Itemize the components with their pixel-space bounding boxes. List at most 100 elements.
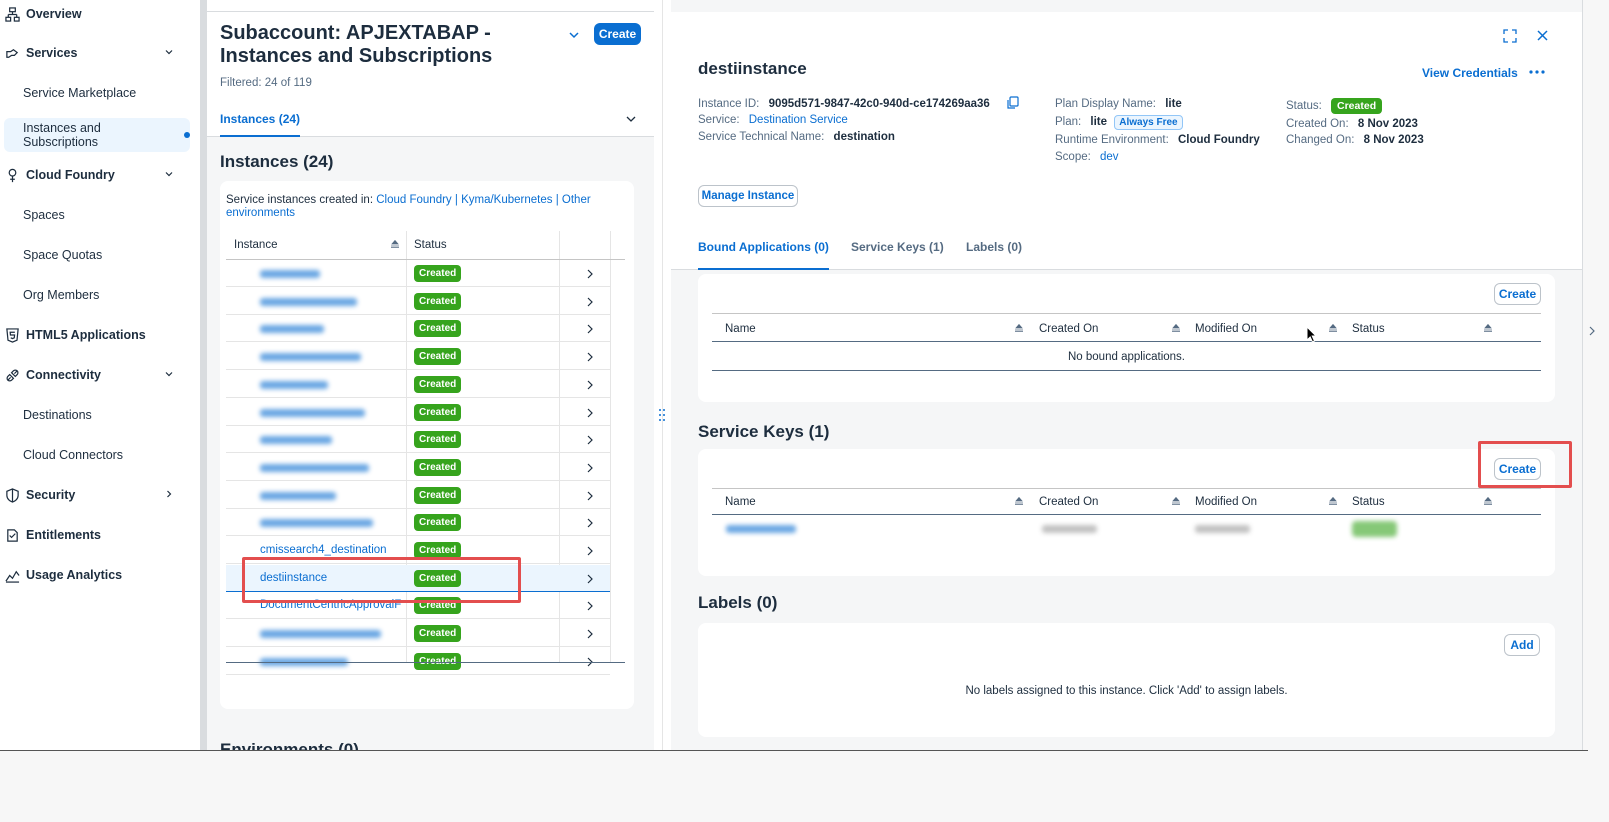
chevron-right-icon[interactable]	[586, 463, 594, 473]
sort-icon[interactable]	[1328, 324, 1338, 332]
instance-name-link[interactable]	[260, 295, 405, 306]
grip-icon[interactable]	[658, 407, 666, 423]
column-header-modified-on[interactable]: Modified On	[1195, 323, 1257, 335]
redacted-instance-name	[260, 380, 328, 389]
instance-name-link[interactable]	[260, 406, 405, 417]
table-row[interactable]: Created	[226, 426, 610, 454]
chevron-right-icon[interactable]	[586, 491, 594, 501]
add-label-button[interactable]: Add	[1504, 634, 1540, 656]
view-credentials-link[interactable]: View Credentials	[1422, 66, 1518, 80]
table-row[interactable]: Created	[226, 315, 610, 343]
instance-name-link[interactable]	[260, 350, 405, 362]
kyma-kubernetes-link[interactable]: Kyma/Kubernetes	[461, 194, 552, 206]
table-row[interactable]: Created	[226, 454, 610, 481]
more-options-icon[interactable]	[1529, 69, 1545, 75]
chevron-right-icon[interactable]	[586, 574, 594, 584]
tab-bound-applications[interactable]: Bound Applications (0)	[698, 240, 829, 270]
column-header-status[interactable]: Status	[1352, 496, 1385, 508]
column-header-name[interactable]: Name	[725, 323, 756, 335]
chevron-down-icon[interactable]	[568, 30, 580, 40]
chevron-right-icon[interactable]	[586, 629, 594, 639]
column-header-created-on[interactable]: Created On	[1039, 496, 1098, 508]
tab-labels[interactable]: Labels (0)	[966, 240, 1022, 270]
sidebar-item-space-quotas[interactable]: Space Quotas	[0, 238, 196, 272]
sidebar-item-org-members[interactable]: Org Members	[0, 278, 196, 312]
chevron-right-icon[interactable]	[586, 518, 594, 528]
collapse-header-icon[interactable]	[625, 114, 637, 124]
instance-name-link[interactable]	[260, 516, 405, 528]
sidebar-item-destinations[interactable]: Destinations	[0, 398, 196, 432]
service-field: Service: Destination Service	[698, 114, 848, 126]
instance-name-link[interactable]	[260, 433, 405, 445]
column-header-status[interactable]: Status	[1352, 323, 1385, 335]
table-row[interactable]: Created	[226, 371, 610, 398]
chevron-right-icon[interactable]	[586, 435, 594, 445]
sidebar-item-security[interactable]: Security	[0, 478, 196, 512]
chevron-right-icon[interactable]	[586, 408, 594, 418]
column-header-modified-on[interactable]: Modified On	[1195, 496, 1257, 508]
column-header-created-on[interactable]: Created On	[1039, 323, 1098, 335]
instance-name-link[interactable]	[260, 322, 405, 334]
sort-icon[interactable]	[390, 240, 400, 248]
copy-icon[interactable]	[1007, 96, 1019, 109]
instance-name-link[interactable]: cmissearch4_destination	[260, 544, 405, 556]
chevron-right-icon[interactable]	[586, 269, 594, 279]
create-button[interactable]: Create	[594, 23, 641, 45]
close-icon[interactable]	[1536, 29, 1549, 42]
cloud-foundry-link[interactable]: Cloud Foundry	[376, 194, 451, 206]
service-link[interactable]: Destination Service	[749, 114, 848, 126]
instance-name-link[interactable]	[260, 378, 405, 389]
top-bar-edge	[207, 0, 654, 12]
table-row[interactable]: Created	[226, 509, 610, 537]
sidebar-item-html5-applications[interactable]: HTML5 Applications	[0, 318, 196, 352]
sort-icon[interactable]	[1483, 497, 1493, 505]
tab-instances[interactable]: Instances (24)	[220, 112, 301, 137]
sidebar-item-connectivity[interactable]: Connectivity	[0, 358, 196, 392]
scope-link[interactable]: dev	[1100, 151, 1119, 163]
sort-icon[interactable]	[1014, 324, 1024, 332]
fullscreen-icon[interactable]	[1503, 29, 1517, 43]
instance-name-link[interactable]	[260, 489, 405, 500]
chevron-right-icon[interactable]	[586, 380, 594, 390]
instance-name-link[interactable]	[260, 627, 405, 639]
chevron-right-icon[interactable]	[586, 324, 594, 334]
sidebar-item-label: Security	[26, 488, 76, 502]
column-header-instance[interactable]: Instance	[234, 231, 404, 259]
column-header-status[interactable]: Status	[414, 231, 564, 259]
sidebar-item-usage-analytics[interactable]: Usage Analytics	[0, 558, 196, 592]
sort-icon[interactable]	[1483, 324, 1493, 332]
tab-service-keys[interactable]: Service Keys (1)	[851, 240, 944, 270]
sidebar-item-entitlements[interactable]: Entitlements	[0, 518, 196, 552]
chevron-right-icon[interactable]	[586, 352, 594, 362]
table-row[interactable]: Created	[226, 288, 610, 315]
sidebar-item-instances-and-subscriptions[interactable]: Instances and Subscriptions	[4, 118, 190, 152]
column-header-name[interactable]: Name	[725, 496, 756, 508]
instance-name-link[interactable]	[260, 267, 405, 278]
table-row[interactable]: Created	[226, 482, 610, 509]
sidebar-item-cloud-foundry[interactable]: Cloud Foundry	[0, 158, 196, 192]
sort-icon[interactable]	[1171, 497, 1181, 505]
instance-name-link[interactable]	[260, 655, 405, 666]
table-row[interactable]: Created	[226, 343, 610, 371]
sort-icon[interactable]	[1328, 497, 1338, 505]
chevron-right-icon[interactable]	[586, 297, 594, 307]
sort-icon[interactable]	[1014, 497, 1024, 505]
redacted-instance-name	[260, 491, 336, 500]
service-key-row[interactable]	[712, 515, 1541, 543]
table-row[interactable]: Created	[226, 399, 610, 426]
instance-name-link[interactable]	[260, 461, 405, 472]
sidebar-item-service-marketplace[interactable]: Service Marketplace	[0, 76, 196, 110]
create-binding-button[interactable]: Create	[1494, 283, 1541, 305]
sort-icon[interactable]	[1171, 324, 1181, 332]
table-row[interactable]: Created	[226, 620, 610, 648]
chevron-right-icon[interactable]	[1588, 326, 1596, 336]
panel-splitter[interactable]	[654, 0, 671, 750]
sidebar-item-services[interactable]: Services	[0, 36, 196, 70]
chevron-right-icon[interactable]	[586, 601, 594, 611]
manage-instance-button[interactable]: Manage Instance	[698, 185, 798, 207]
sidebar-item-spaces[interactable]: Spaces	[0, 198, 196, 232]
sidebar-item-cloud-connectors[interactable]: Cloud Connectors	[0, 438, 196, 472]
table-row[interactable]: Created	[226, 260, 610, 287]
chevron-right-icon[interactable]	[586, 546, 594, 556]
sidebar-item-overview[interactable]: Overview	[0, 0, 196, 31]
